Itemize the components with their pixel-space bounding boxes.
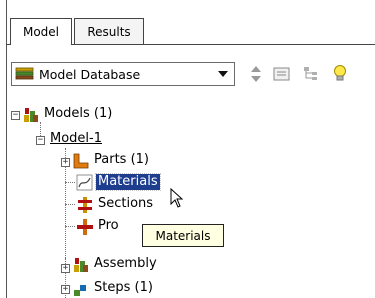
tree-connector [65, 204, 75, 205]
profiles-icon [77, 219, 93, 235]
expand-toggle[interactable]: + [61, 285, 70, 294]
lightbulb-icon[interactable] [330, 64, 350, 84]
collapse-toggle[interactable]: − [11, 111, 20, 120]
chevron-down-icon[interactable] [214, 65, 232, 83]
tree-node-sections[interactable]: Sections [98, 196, 153, 212]
expand-toggle[interactable]: + [61, 264, 70, 273]
model-database-dropdown[interactable]: Model Database [11, 62, 235, 86]
tree-icon[interactable] [302, 64, 322, 84]
tree-node-assembly[interactable]: Assembly [94, 256, 157, 272]
database-icon [15, 67, 34, 80]
expand-toggle[interactable]: + [61, 158, 70, 167]
tree-connector [65, 182, 75, 183]
parts-icon [73, 153, 89, 169]
sections-icon [78, 197, 92, 213]
up-down-arrows-icon[interactable] [246, 64, 266, 84]
filter-icon[interactable] [272, 64, 292, 84]
tab-results-label: Results [87, 24, 131, 39]
tree-node-parts[interactable]: Parts (1) [94, 152, 149, 168]
collapse-toggle[interactable]: − [36, 136, 45, 145]
materials-icon [76, 174, 93, 191]
tab-model[interactable]: Model [10, 18, 72, 45]
steps-icon [74, 285, 86, 296]
tree-node-model-1[interactable]: Model-1 [50, 131, 102, 147]
tab-model-label: Model [22, 25, 60, 39]
tab-results[interactable]: Results [74, 18, 144, 44]
model-database-value: Model Database [39, 66, 141, 82]
tree-node-models[interactable]: Models (1) [44, 106, 112, 122]
tooltip: Materials [142, 224, 224, 247]
tooltip-text: Materials [155, 228, 211, 243]
tree-connector [65, 226, 75, 227]
assembly-icon [74, 258, 88, 272]
models-icon [24, 108, 38, 122]
mouse-pointer-icon [170, 188, 184, 208]
tree-node-steps[interactable]: Steps (1) [94, 280, 153, 296]
tree-connector [40, 122, 41, 136]
tree-node-materials[interactable]: Materials [95, 173, 161, 191]
tree-node-profiles[interactable]: Pro [98, 218, 119, 234]
